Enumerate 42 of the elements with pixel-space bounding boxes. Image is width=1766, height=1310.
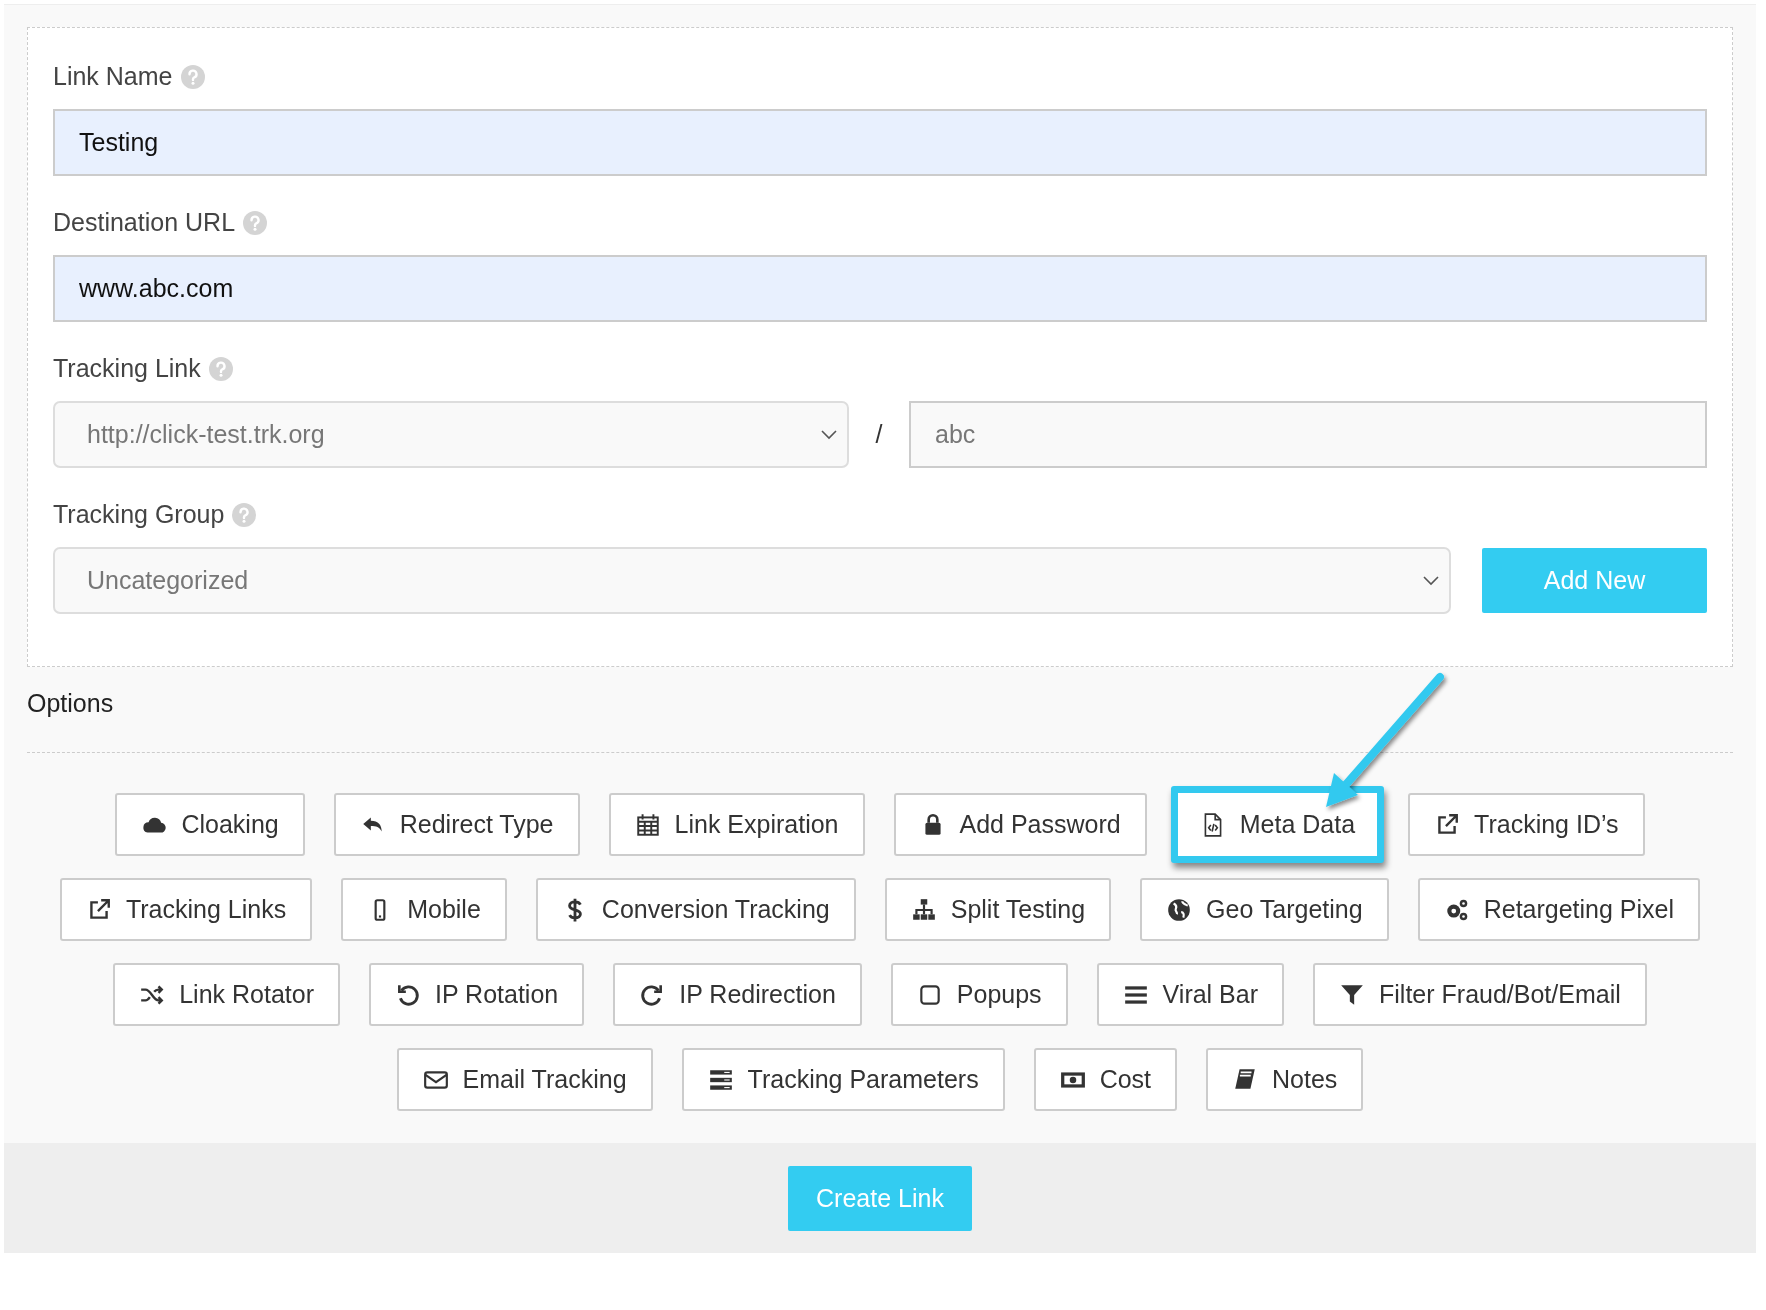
option-button[interactable]: Filter Fraud/Bot/Email	[1313, 963, 1647, 1026]
field-label: Destination URL	[53, 208, 236, 237]
text-field[interactable]: Testing	[53, 109, 1707, 176]
chevron-down-icon	[1423, 575, 1439, 586]
option-button[interactable]: Mobile	[341, 878, 507, 941]
option-button[interactable]: Split Testing	[884, 878, 1112, 941]
group-dropdown[interactable]: Uncategorized	[53, 547, 1451, 614]
chevron-down-icon	[821, 429, 837, 440]
section-title: Options	[27, 689, 115, 718]
option-button[interactable]: IP Rotation	[369, 963, 585, 1026]
help-icon[interactable]	[243, 210, 268, 235]
option-button[interactable]: Redirect Type	[333, 793, 580, 856]
option-button[interactable]: Meta Data	[1170, 786, 1385, 863]
option-button[interactable]: Cost	[1033, 1048, 1178, 1111]
sitemap-icon	[910, 896, 937, 923]
separator: /	[874, 420, 884, 449]
help-icon[interactable]	[232, 502, 257, 527]
option-button[interactable]: Geo Targeting	[1140, 878, 1389, 941]
option-button[interactable]: IP Redirection	[613, 963, 862, 1026]
slug-field[interactable]: abc	[909, 401, 1707, 468]
option-button[interactable]: Tracking Parameters	[681, 1048, 1005, 1111]
field-label: Tracking Group	[53, 500, 225, 529]
option-button[interactable]: Conversion Tracking	[535, 878, 856, 941]
option-button[interactable]: Add Password	[893, 793, 1147, 856]
domain-dropdown[interactable]: http://click-test.trk.org	[53, 401, 849, 468]
option-button[interactable]: Notes	[1206, 1048, 1364, 1111]
field-label: Link Name	[53, 62, 173, 91]
text-field[interactable]: www.abc.com	[53, 255, 1707, 322]
option-button[interactable]: Email Tracking	[396, 1048, 653, 1111]
option-button[interactable]: Cloaking	[115, 793, 305, 856]
option-button[interactable]: Viral Bar	[1096, 963, 1285, 1026]
option-button[interactable]: Link Rotator	[113, 963, 340, 1026]
help-icon[interactable]	[180, 64, 205, 89]
field-label: Tracking Link	[53, 354, 201, 383]
option-button[interactable]: Tracking ID’s	[1408, 793, 1645, 856]
option-button[interactable]: Link Expiration	[608, 793, 865, 856]
option-button[interactable]: Retargeting Pixel	[1417, 878, 1701, 941]
option-button[interactable]: Popups	[890, 963, 1068, 1026]
globe-icon	[1166, 896, 1193, 923]
calendar-icon	[634, 811, 661, 838]
help-icon[interactable]	[208, 356, 233, 381]
option-button[interactable]: Tracking Links	[59, 878, 313, 941]
